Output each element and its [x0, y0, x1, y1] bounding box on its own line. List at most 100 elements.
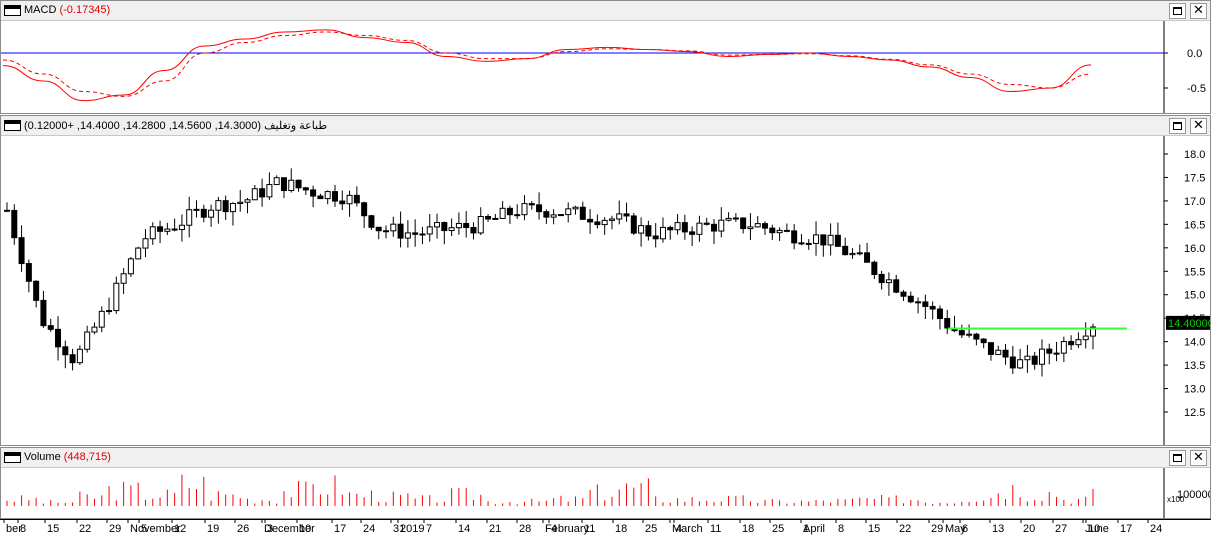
candle-body [404, 232, 411, 239]
x-tick-label: 25 [772, 523, 784, 535]
candle-body [922, 301, 929, 307]
candle-body [864, 252, 871, 263]
candle-body [674, 222, 681, 231]
candle-body [455, 222, 462, 229]
candle-body [856, 252, 863, 255]
candle-body [55, 328, 62, 348]
candle-body [47, 325, 54, 330]
x-tick-label: 14 [458, 523, 470, 535]
candle-body [893, 279, 900, 293]
x-tick-label: 2019 [400, 523, 424, 535]
x-tick-label: 11 [710, 523, 721, 535]
y-tick-label: 15.5 [1184, 266, 1205, 278]
candle-body [237, 201, 244, 204]
y-tick-label: 17.0 [1184, 196, 1205, 208]
candle-body [200, 208, 207, 218]
candle-body [470, 226, 477, 234]
close-button[interactable]: ✕ [1190, 3, 1207, 19]
macd-chart: 0.0 -0.5 [1, 21, 1206, 113]
volume-chart: 100000x100 [6, 468, 1210, 518]
candle-body [842, 245, 849, 256]
candle-body [543, 211, 550, 218]
candle-body [528, 203, 535, 206]
x-tick-label: 15 [47, 523, 59, 535]
candle-body [929, 305, 936, 310]
candle-body [419, 233, 426, 236]
candle-body [630, 215, 637, 234]
candle-body [944, 317, 951, 329]
candle-body [135, 247, 142, 260]
candle-body [106, 310, 113, 313]
candle-body [186, 209, 193, 226]
candle-body [798, 242, 805, 245]
candle-body [820, 234, 827, 246]
candle-body [907, 295, 914, 303]
maximize-button[interactable] [1169, 118, 1186, 134]
close-button[interactable]: ✕ [1190, 450, 1207, 466]
candle-body [805, 242, 812, 245]
y-tick-label: 18.0 [1184, 149, 1205, 161]
candle-body [193, 208, 200, 211]
candle-body [1002, 349, 1009, 358]
x-tick-label: 22 [79, 523, 91, 535]
candle-body [1031, 355, 1038, 365]
candle-body [638, 225, 645, 234]
candle-body [164, 228, 171, 232]
candle-body [11, 209, 18, 239]
maximize-icon [1173, 7, 1182, 15]
close-icon: ✕ [1193, 118, 1204, 133]
window-icon[interactable] [4, 5, 21, 16]
close-button[interactable]: ✕ [1190, 118, 1207, 134]
candle-body [317, 195, 324, 200]
candle-body [980, 338, 987, 344]
candle-body [113, 282, 120, 312]
last-price-label: 14.40000 [1168, 318, 1210, 330]
candle-body [434, 222, 441, 228]
window-icon[interactable] [4, 452, 21, 463]
candle-body [120, 273, 127, 284]
x-axis: ber8 15 22 29 5November12 19 26 3December10 17 24… [0, 519, 1211, 535]
candle-body [871, 261, 878, 275]
signal-line [2, 31, 1092, 97]
x-tick-label: 13 [992, 523, 1004, 535]
candle-body [339, 200, 346, 205]
candle-body [492, 217, 499, 220]
macd-title: MACD (-0.17345) [24, 4, 110, 16]
candle-body [463, 222, 470, 228]
window-icon[interactable] [4, 120, 21, 131]
maximize-button[interactable] [1169, 450, 1186, 466]
volume-value: (448,715) [63, 451, 111, 463]
candle-body [754, 223, 761, 228]
x-tick-label: 24 [363, 523, 375, 535]
candle-body [813, 234, 820, 244]
macd-title-label: MACD [24, 4, 57, 16]
candle-body [601, 219, 608, 226]
price-ohlc: (14.3000, 14.5600, 14.2800, 14.4000, +0.… [24, 120, 262, 132]
candle-body [259, 188, 266, 198]
maximize-button[interactable] [1169, 3, 1186, 19]
candle-body [645, 225, 652, 237]
x-tick-label: 26 [237, 523, 249, 535]
candle-body [251, 188, 258, 201]
volume-title-label: Volume [24, 451, 61, 463]
candle-body [84, 331, 91, 350]
candle-body [703, 222, 710, 225]
candle-body [215, 200, 222, 211]
candle-body [76, 348, 83, 364]
x-tick-label: 29 [109, 523, 121, 535]
x-tick-label: May [945, 523, 966, 535]
y-tick-label: 16.5 [1184, 219, 1205, 231]
x-tick-label: 10 [299, 523, 311, 535]
candle-body [594, 221, 601, 226]
macd-titlebar: MACD (-0.17345) ✕ [1, 1, 1210, 21]
candle-body [616, 213, 623, 220]
candle-body [791, 230, 798, 244]
candle-body [98, 310, 105, 328]
y-tick-label: 15.0 [1184, 290, 1205, 302]
candle-body [244, 199, 251, 203]
price-title-label: طباعة وتغليف [264, 120, 328, 132]
x-tick-label: 18 [615, 523, 627, 535]
candle-body [987, 342, 994, 355]
candle-body [208, 209, 215, 218]
candle-body [368, 215, 375, 228]
